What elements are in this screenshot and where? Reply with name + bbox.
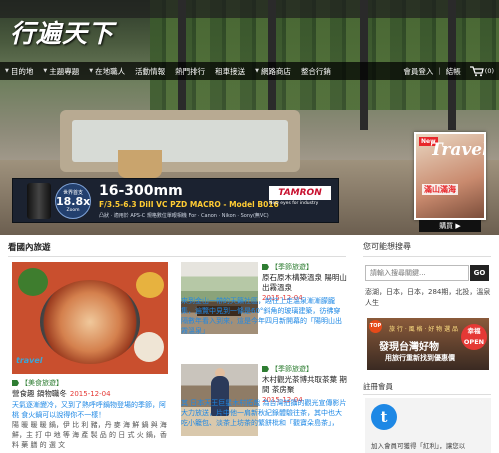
caret-icon: ▼ (255, 68, 259, 74)
caret-icon: ▼ (43, 68, 48, 74)
caret-icon: ▼ (89, 68, 94, 74)
category-tag[interactable]: 【季節旅遊】 (262, 364, 348, 374)
ad-tagline: New eyes for industry (269, 201, 319, 206)
hero-wooden-bucket (118, 150, 162, 178)
featured-title-line: 營食趣 鍋物職冬 2015-12-04 (12, 388, 172, 399)
main-nav: ▼ 目的地 ▼ 主題專題 ▼ 在地職人 活動情報 熱門排行 租車接送 ▼ 網路商店 整合… (0, 62, 499, 80)
lens-ad-banner[interactable]: 世界首支 18.8x Zoom 16-300mm F/3.5-6.3 DiII … (12, 178, 339, 223)
featured-article: 【美食旅遊】 營食趣 鍋物職冬 2015-12-04 天氣逐漸變冷，又到了熱呼呼鍋… (12, 378, 172, 450)
article-body: 陽 暖 暖 暖 鍋，伊 比 利 豬，丹 麥 海 鮮 鍋 與 海 鮮，主 打 中 … (12, 421, 167, 449)
ad-small-print: 凸狀 · 適用於 APS-C 規格數位單眼相機 For · Canon · Ni… (99, 213, 269, 219)
hotpot (40, 280, 140, 364)
food-garnish (18, 268, 48, 296)
cart-icon[interactable] (469, 65, 484, 77)
ad-spec: F/3.5-6.3 DiII VC PZD MACRO - Model B016 (99, 200, 279, 209)
featured-article-image[interactable]: travel (12, 262, 168, 374)
lens-image (27, 183, 51, 219)
article-teaser: 其 日本天王巨星木村拓哉 為台灣拍攝的觀光宣傳影片大力放送，片中他一肩新秋紀錄體… (181, 399, 347, 427)
badge-unit: Zoom (66, 208, 80, 213)
caret-icon: ▼ (5, 68, 9, 74)
nav-item-ranking[interactable]: 熱門排行 (170, 62, 210, 80)
nav-item-car-rental[interactable]: 租車接送 (210, 62, 250, 80)
image-watermark: travel (16, 356, 43, 365)
buy-button[interactable]: 購買 ▶ (419, 220, 481, 232)
magazine-title: Travel (430, 140, 486, 160)
member-box: t 加入會員可獲得「紅利」，讓您以 (365, 398, 491, 453)
nav-label: 網路商店 (260, 66, 291, 76)
brand-logo: TAMRON (269, 186, 331, 200)
article-title[interactable]: 營食趣 鍋物職冬 (12, 389, 67, 398)
nav-item-topics[interactable]: ▼ 主題專題 (38, 62, 84, 80)
magazine-cover[interactable]: New Travel 滿山滿海 (414, 132, 486, 220)
nav-label: 整合行銷 (300, 66, 331, 76)
tag-icon (262, 366, 269, 372)
nav-label: 活動情報 (135, 66, 166, 76)
nav-item-destination[interactable]: ▼ 目的地 (0, 62, 38, 80)
nav-label: 租車接送 (215, 66, 246, 76)
category-tag[interactable]: 【季節旅遊】 (262, 262, 348, 272)
nav-item-shop[interactable]: ▼ 網路商店 (250, 62, 296, 80)
divider (8, 256, 346, 257)
nav-item-marketing[interactable]: 整合行銷 (296, 62, 336, 80)
article-title[interactable]: 木村觀光茶博共取茶葉 期間 茶房聚 (262, 375, 348, 395)
category-label: 【美食旅遊】 (21, 379, 63, 387)
category-label: 【季節旅遊】 (271, 365, 313, 373)
nav-right: 會員登入 | 結帳 (0) (398, 62, 499, 80)
open-seal: 幸福 OPEN (461, 324, 487, 350)
top-badge: TOP (369, 320, 382, 333)
promo-line1: 旅 行 · 風 格 · 好 物 選 品 (389, 326, 458, 333)
nav-item-locals[interactable]: ▼ 在地職人 (84, 62, 130, 80)
search-section-title: 您可能想搜尋 (363, 242, 411, 251)
category-tag[interactable]: 【美食旅遊】 (12, 379, 63, 387)
nav-label: 熱門排行 (175, 66, 206, 76)
tag-icon (12, 380, 19, 386)
tag-icon (262, 264, 269, 270)
zoom-badge: 世界首支 18.8x Zoom (55, 183, 91, 219)
nav-label: 在地職人 (95, 66, 126, 76)
article-teaser: 天氣逐漸變冷，又到了熱呼呼鍋物登場的季節，阿桃 食火鍋可以說得你不一樣！ (12, 401, 166, 419)
promo-banner[interactable]: TOP 旅 行 · 風 格 · 好 物 選 品 發現台灣好物 用旅行重新找到優惠… (367, 318, 489, 370)
food-garnish (134, 332, 164, 362)
hot-search-tags[interactable]: 澎湖，日本，日本，284期，北投，溫泉人生 (365, 287, 493, 309)
promo-line3: 用旅行重新找到優惠價 (385, 354, 455, 362)
hero-water (72, 120, 288, 162)
cart-count: (0) (484, 67, 494, 75)
food-garnish (136, 272, 164, 298)
magazine-headline: 滿山滿海 (422, 184, 458, 195)
search-input[interactable] (365, 265, 469, 281)
nav-label: 目的地 (10, 66, 34, 76)
member-section-title: 註冊會員 (363, 382, 393, 391)
section-title: 看國內旅遊 (8, 243, 51, 253)
article-title[interactable]: 原石原木構築溫泉 陽明山出霧溫泉 (262, 273, 348, 293)
search-button[interactable]: GO (470, 265, 489, 281)
promo-line2: 發現台灣好物 (379, 342, 439, 353)
member-login-link[interactable]: 會員登入 (398, 62, 438, 80)
category-label: 【季節旅遊】 (271, 263, 313, 271)
divider (363, 256, 491, 257)
article-teaser: 來到金山一帶的天籟社區，越往上走溫泉漸漸朦朧集，遍覽中見到一條是60°斜角的玻璃… (181, 297, 342, 335)
divider (363, 394, 491, 395)
member-text: 加入會員可獲得「紅利」，讓您以 (371, 442, 466, 450)
nav-label: 主題專題 (49, 66, 80, 76)
checkout-link[interactable]: 結帳 (441, 62, 466, 80)
nav-item-events[interactable]: 活動情報 (130, 62, 170, 80)
ad-headline: 16-300mm (99, 183, 183, 199)
site-logo[interactable]: 行遍天下 (10, 14, 114, 50)
badge-value: 18.8x (56, 195, 91, 208)
article-date: 2015-12-04 (69, 390, 111, 398)
member-logo-icon: t (371, 404, 397, 430)
